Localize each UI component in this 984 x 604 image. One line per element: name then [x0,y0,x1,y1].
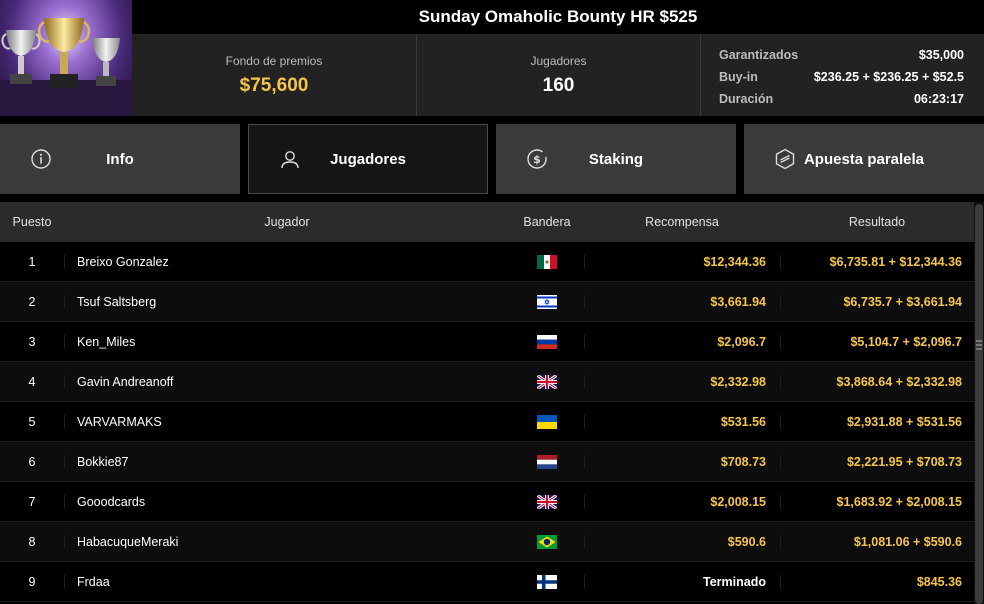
row-player: Frdaa [64,574,510,589]
duration-label: Duración [719,92,774,106]
players-count: Jugadores 160 [416,34,700,116]
row-result: $6,735.7 + $3,661.94 [780,294,974,309]
user-icon [281,151,299,169]
row-player: Bokkie87 [64,454,510,469]
info-icon [31,149,51,169]
guaranteed-value: $35,000 [918,48,964,62]
row-reward: $708.73 [584,454,780,469]
tab-staking[interactable]: $ Staking [496,124,736,194]
header-reward[interactable]: Recompensa [584,215,780,229]
row-player: Gavin Andreanoff [64,374,510,389]
row-reward: $3,661.94 [584,294,780,309]
row-result: $5,104.7 + $2,096.7 [780,334,974,349]
netherlands-flag-icon [510,454,584,469]
row-position: 7 [28,494,36,509]
header-flag[interactable]: Bandera [510,215,584,229]
side-bet-icon [775,148,795,170]
prize-pool-value: $75,600 [239,74,309,96]
table-row[interactable]: 3 Ken_Miles $2,096.7 $5,104.7 + $2,096.7 [0,322,974,362]
tab-bar: Info Jugadores $ Staking Apuesta paralel… [0,124,984,194]
tab-jugadores[interactable]: Jugadores [248,124,488,194]
table-scrollbar-thumb[interactable] [975,204,983,604]
header-result[interactable]: Resultado [780,215,974,229]
table-row[interactable]: 6 Bokkie87 $708.73 $2,221.95 + $708.73 [0,442,974,482]
table-row[interactable]: 7 Gooodcards $2,008.15 $1,683.92 + $2,00… [0,482,974,522]
row-player: Breixo Gonzalez [64,254,510,269]
prize-pool: Fondo de premios $75,600 [132,34,416,116]
tournament-thumbnail [0,0,132,116]
table-row[interactable]: 8 HabacuqueMeraki $590.6 $1,081.06 + $59… [0,522,974,562]
table-row[interactable]: 5 VARVARMAKS $531.56 $2,931.88 + $531.56 [0,402,974,442]
tournament-title: Sunday Omaholic Bounty HR $525 [132,0,984,34]
tournament-stats: Fondo de premios $75,600 Jugadores 160 G… [132,34,984,116]
row-reward: $531.56 [584,414,780,429]
row-player: VARVARMAKS [64,414,510,429]
tab-apuesta-paralela[interactable]: Apuesta paralela [744,124,984,194]
row-player: Ken_Miles [64,334,510,349]
row-result: $2,931.88 + $531.56 [780,414,974,429]
row-reward: $2,008.15 [584,494,780,509]
header-player[interactable]: Jugador [64,215,510,229]
tab-info[interactable]: Info [0,124,240,194]
row-result: $1,683.92 + $2,008.15 [780,494,974,509]
guaranteed-row: Garantizados $35,000 [719,44,964,66]
row-result: $845.36 [780,574,974,589]
united-kingdom-flag-icon [510,374,584,389]
row-position: 2 [28,294,36,309]
table-header: Puesto Jugador Bandera Recompensa Result… [0,202,974,242]
buyin-value: $236.25 + $236.25 + $52.5 [813,70,964,84]
mexico-flag-icon [510,254,584,269]
row-result: $2,221.95 + $708.73 [780,454,974,469]
row-result: $1,081.06 + $590.6 [780,534,974,549]
row-reward: $2,096.7 [584,334,780,349]
header-position[interactable]: Puesto [0,215,64,229]
players-label: Jugadores [530,53,587,68]
russia-flag-icon [510,334,584,349]
table-row[interactable]: 2 Tsuf Saltsberg $3,661.94 $6,735.7 + $3… [0,282,974,322]
prize-pool-label: Fondo de premios [225,53,323,68]
row-reward: Terminado [584,574,780,589]
row-position: 9 [28,574,36,589]
finland-flag-icon [510,574,584,589]
row-position: 6 [28,454,36,469]
row-reward: $12,344.36 [584,254,780,269]
row-result: $3,868.64 + $2,332.98 [780,374,974,389]
table-row[interactable]: 9 Frdaa Terminado $845.36 [0,562,974,602]
israel-flag-icon [510,294,584,309]
row-position: 1 [28,254,36,269]
row-position: 3 [28,334,36,349]
players-value: 160 [542,74,575,96]
tournament-details: Garantizados $35,000 Buy-in $236.25 + $2… [700,34,984,116]
table-row[interactable]: 4 Gavin Andreanoff $2,332.98 $3,868.64 +… [0,362,974,402]
row-position: 4 [28,374,36,389]
row-player: Gooodcards [64,494,510,509]
buyin-label: Buy-in [719,70,758,84]
united-kingdom-flag-icon [510,494,584,509]
scrollbar-grip-icon [976,340,982,354]
buyin-row: Buy-in $236.25 + $236.25 + $52.5 [719,66,964,88]
row-player: Tsuf Saltsberg [64,294,510,309]
table-row[interactable]: 1 Breixo Gonzalez $12,344.36 $6,735.81 +… [0,242,974,282]
dollar-coin-icon: $ [527,149,547,169]
duration-row: Duración 06:23:17 [719,88,964,110]
brazil-flag-icon [510,534,584,549]
trophy-cups-icon [0,18,132,116]
guaranteed-label: Garantizados [719,48,799,62]
duration-value: 06:23:17 [913,92,964,106]
row-result: $6,735.81 + $12,344.36 [780,254,974,269]
row-position: 8 [28,534,36,549]
row-position: 5 [28,414,36,429]
svg-text:$: $ [533,153,541,166]
ukraine-flag-icon [510,414,584,429]
row-player: HabacuqueMeraki [64,534,510,549]
row-reward: $2,332.98 [584,374,780,389]
row-reward: $590.6 [584,534,780,549]
players-table: Puesto Jugador Bandera Recompensa Result… [0,202,974,604]
